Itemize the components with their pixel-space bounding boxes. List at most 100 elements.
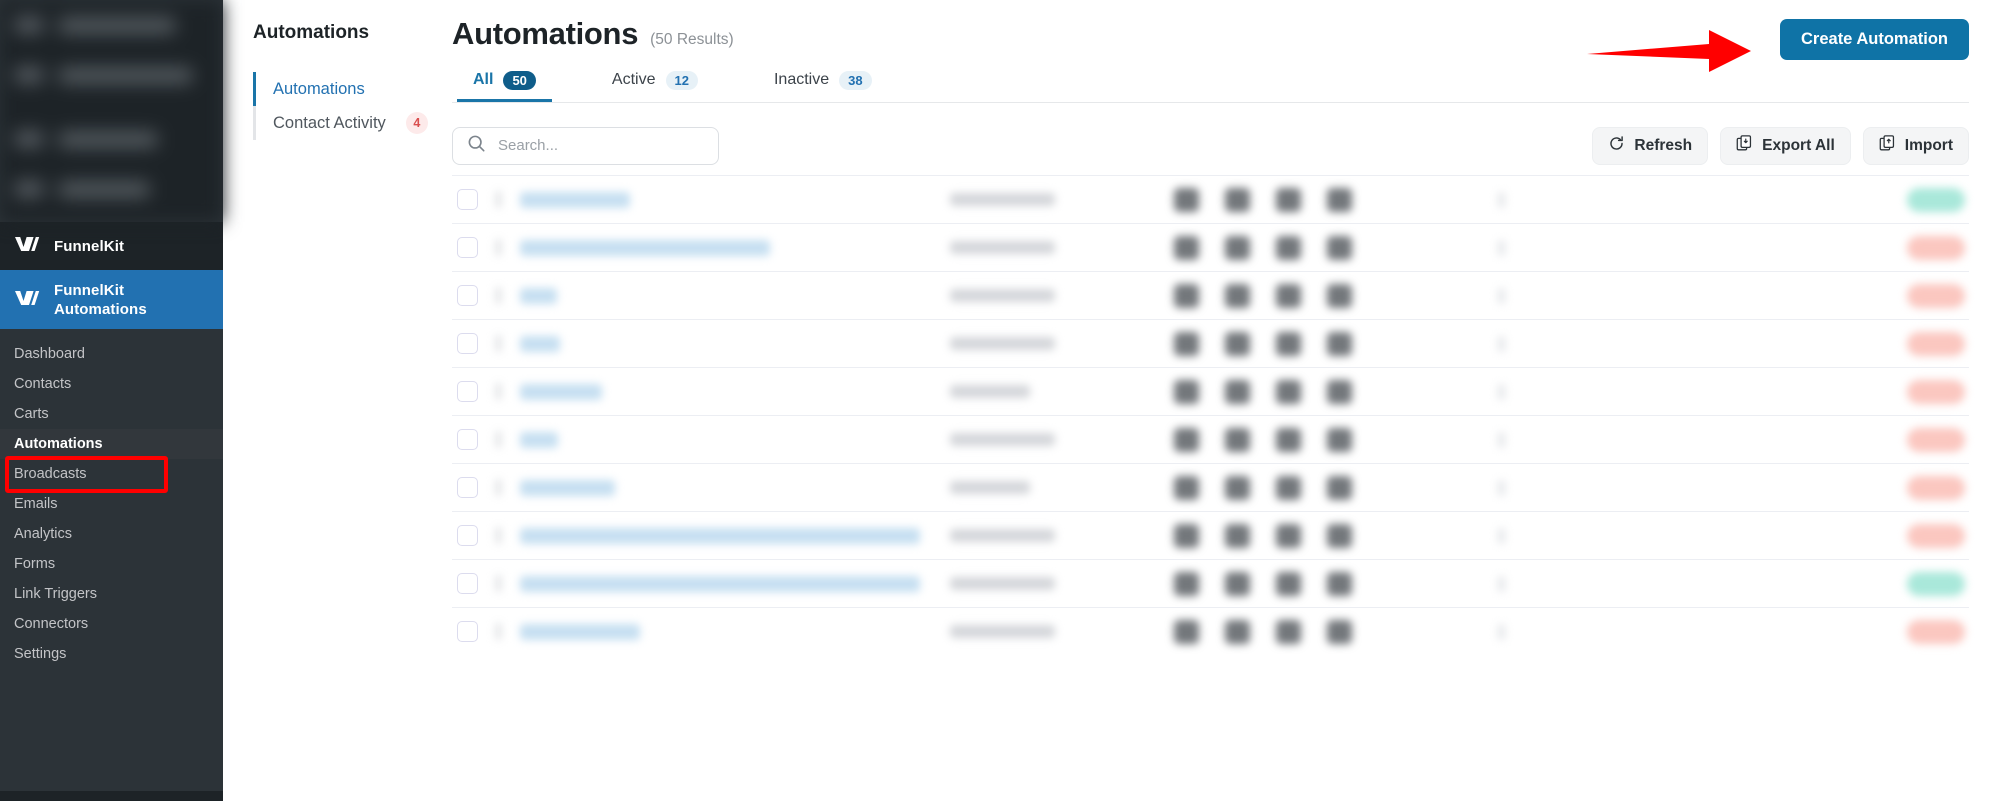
stat-chip-redacted	[1276, 235, 1301, 260]
stat-chip-redacted	[1225, 331, 1250, 356]
secondary-redacted	[1497, 383, 1505, 400]
stats-cell	[1174, 475, 1436, 500]
search-box[interactable]	[452, 126, 719, 165]
automation-name-cell[interactable]	[520, 431, 950, 448]
table-row[interactable]	[452, 223, 1969, 271]
sidebar-item-broadcasts[interactable]: Broadcasts	[0, 459, 223, 489]
secondary-cell	[1436, 479, 1566, 496]
status-cell[interactable]	[1566, 187, 1969, 212]
table-row[interactable]	[452, 319, 1969, 367]
sidebar-item-connectors[interactable]: Connectors	[0, 609, 223, 639]
redacted-menu-item	[0, 164, 223, 214]
automation-name-redacted	[520, 431, 558, 448]
automation-name-cell[interactable]	[520, 479, 950, 496]
row-checkbox[interactable]	[457, 525, 478, 546]
status-cell[interactable]	[1566, 283, 1969, 308]
refresh-button[interactable]: Refresh	[1592, 126, 1709, 165]
tab-active[interactable]: Active 12	[596, 61, 714, 102]
status-cell[interactable]	[1566, 331, 1969, 356]
export-all-button[interactable]: Export All	[1720, 126, 1851, 165]
drag-handle-icon[interactable]	[496, 623, 501, 640]
trigger-cell	[950, 385, 1174, 398]
create-automation-button[interactable]: Create Automation	[1780, 18, 1969, 60]
secondary-nav-item-automations[interactable]: Automations	[253, 72, 434, 106]
row-checkbox[interactable]	[457, 189, 478, 210]
table-row[interactable]	[452, 511, 1969, 559]
automation-name-cell[interactable]	[520, 575, 950, 592]
drag-handle-icon[interactable]	[496, 431, 501, 448]
row-checkbox[interactable]	[457, 333, 478, 354]
redacted-icon	[14, 181, 44, 197]
drag-handle-icon[interactable]	[496, 191, 501, 208]
drag-handle-icon[interactable]	[496, 335, 501, 352]
trigger-redacted	[950, 241, 1055, 254]
table-row[interactable]	[452, 271, 1969, 319]
automation-name-cell[interactable]	[520, 383, 950, 400]
tab-inactive[interactable]: Inactive 38	[758, 61, 888, 102]
import-button[interactable]: Import	[1862, 126, 1969, 165]
sidebar-item-emails[interactable]: Emails	[0, 489, 223, 519]
row-checkbox[interactable]	[457, 237, 478, 258]
funnelkit-logo-icon	[14, 290, 40, 310]
drag-handle-icon[interactable]	[496, 575, 501, 592]
drag-handle-icon[interactable]	[496, 383, 501, 400]
search-input[interactable]	[498, 137, 704, 154]
sidebar-item-settings[interactable]: Settings	[0, 639, 223, 669]
sidebar-item-funnelkit-automations[interactable]: FunnelKit Automations	[0, 270, 223, 329]
redacted-label	[58, 181, 150, 197]
sidebar-item-contacts[interactable]: Contacts	[0, 369, 223, 399]
row-checkbox[interactable]	[457, 429, 478, 450]
row-checkbox[interactable]	[457, 381, 478, 402]
sidebar-item-automations[interactable]: Automations	[0, 429, 223, 459]
row-checkbox[interactable]	[457, 621, 478, 642]
table-row[interactable]	[452, 175, 1969, 223]
status-cell[interactable]	[1566, 379, 1969, 404]
automation-name-cell[interactable]	[520, 287, 950, 304]
stat-chip-redacted	[1174, 379, 1199, 404]
status-cell[interactable]	[1566, 475, 1969, 500]
sidebar-item-link-triggers[interactable]: Link Triggers	[0, 579, 223, 609]
sidebar-item-dashboard[interactable]: Dashboard	[0, 339, 223, 369]
tab-all[interactable]: All 50	[457, 61, 552, 102]
automation-name-cell[interactable]	[520, 623, 950, 640]
tab-label: Inactive	[773, 71, 830, 88]
status-badge	[1907, 619, 1965, 644]
secondary-nav-item-contact-activity[interactable]: Contact Activity 4	[253, 106, 434, 140]
stat-chip-redacted	[1276, 283, 1301, 308]
status-cell[interactable]	[1566, 235, 1969, 260]
status-cell[interactable]	[1566, 427, 1969, 452]
stat-chip-redacted	[1327, 331, 1352, 356]
drag-handle-icon[interactable]	[496, 239, 501, 256]
automation-name-redacted	[520, 383, 602, 400]
status-cell[interactable]	[1566, 619, 1969, 644]
table-row[interactable]	[452, 463, 1969, 511]
status-cell[interactable]	[1566, 523, 1969, 548]
sidebar-item-forms[interactable]: Forms	[0, 549, 223, 579]
table-row[interactable]	[452, 415, 1969, 463]
stat-chip-redacted	[1276, 475, 1301, 500]
automation-name-cell[interactable]	[520, 191, 950, 208]
table-row[interactable]	[452, 559, 1969, 607]
automation-name-cell[interactable]	[520, 239, 950, 256]
stat-chip-redacted	[1174, 331, 1199, 356]
drag-handle-icon[interactable]	[496, 287, 501, 304]
drag-handle-icon[interactable]	[496, 527, 501, 544]
sidebar-item-carts[interactable]: Carts	[0, 399, 223, 429]
status-cell[interactable]	[1566, 571, 1969, 596]
redacted-row-content	[496, 235, 1969, 260]
stat-chip-redacted	[1225, 187, 1250, 212]
drag-handle-icon[interactable]	[496, 479, 501, 496]
stat-chip-redacted	[1174, 619, 1199, 644]
automation-name-cell[interactable]	[520, 335, 950, 352]
automation-name-redacted	[520, 623, 640, 640]
stat-chip-redacted	[1327, 283, 1352, 308]
sidebar-item-funnelkit[interactable]: FunnelKit	[0, 222, 223, 270]
automation-name-cell[interactable]	[520, 527, 950, 544]
row-checkbox[interactable]	[457, 477, 478, 498]
row-checkbox[interactable]	[457, 285, 478, 306]
sidebar-item-analytics[interactable]: Analytics	[0, 519, 223, 549]
table-row[interactable]	[452, 367, 1969, 415]
redacted-icon	[14, 17, 44, 33]
table-row[interactable]	[452, 607, 1969, 655]
row-checkbox[interactable]	[457, 573, 478, 594]
